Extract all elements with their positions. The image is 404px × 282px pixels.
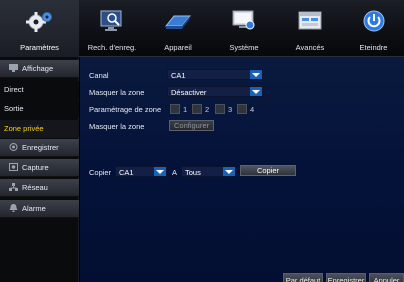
- copy-button[interactable]: Copier: [240, 165, 296, 176]
- sidebar-item-label: Alarme: [22, 204, 46, 213]
- tab-appareil[interactable]: Appareil: [145, 0, 211, 57]
- sidebar-item-affichage[interactable]: Affichage: [0, 60, 79, 78]
- capture-icon: [9, 163, 18, 171]
- chevron-down-icon: [250, 87, 262, 96]
- canal-select[interactable]: CA1: [167, 69, 263, 80]
- power-icon: [363, 10, 384, 32]
- hard-disk-icon: [164, 15, 192, 29]
- configurer-button[interactable]: Configurer: [169, 120, 214, 131]
- gears-icon: [25, 12, 52, 32]
- zone-checkbox-1[interactable]: [170, 104, 180, 114]
- tab-label: Système: [229, 43, 259, 52]
- default-button[interactable]: Par défaut: [283, 273, 323, 282]
- magnifier-monitor-icon: [100, 10, 122, 31]
- sidebar-item-alarme[interactable]: Alarme: [0, 200, 79, 218]
- tab-systeme[interactable]: Système: [211, 0, 277, 57]
- settings-panel: Canal CA1 Masquer la zone Désactiver Par…: [80, 57, 404, 282]
- top-navigation: Paramètres Rech. d'enreg. Appareil Systè…: [0, 0, 404, 57]
- tab-label: Rech. d'enreg.: [87, 43, 137, 52]
- tab-parametres[interactable]: Paramètres: [0, 0, 79, 57]
- sidebar-item-label: Direct: [4, 85, 24, 94]
- canal-value: CA1: [171, 71, 186, 80]
- copy-from-value: CA1: [119, 168, 134, 177]
- sidebar-item-reseau[interactable]: Réseau: [0, 179, 79, 197]
- masquer-zone-label: Masquer la zone: [89, 88, 145, 97]
- tab-eteindre[interactable]: Eteindre: [343, 0, 404, 57]
- zone-checkbox-2[interactable]: [192, 104, 202, 114]
- zone-checkbox-3[interactable]: [215, 104, 225, 114]
- sidebar-item-direct[interactable]: Direct: [0, 81, 79, 99]
- sidebar-item-label: Capture: [22, 163, 49, 172]
- copy-to-select[interactable]: Tous: [181, 166, 236, 177]
- tab-rech-enreg[interactable]: Rech. d'enreg.: [79, 0, 145, 57]
- advanced-window-icon: [298, 11, 322, 30]
- canal-label: Canal: [89, 71, 109, 80]
- copy-to-value: Tous: [185, 168, 201, 177]
- tab-avances[interactable]: Avancés: [277, 0, 343, 57]
- zone-setting-label: Paramétrage de zone: [89, 105, 162, 114]
- chevron-down-icon: [250, 70, 262, 79]
- save-button[interactable]: Enregistrer: [326, 273, 366, 282]
- zone-number: 3: [228, 105, 233, 114]
- zone-number: 2: [205, 105, 210, 114]
- tab-label: Appareil: [164, 43, 192, 52]
- chevron-down-icon: [154, 167, 166, 176]
- tab-label: Eteindre: [359, 43, 388, 52]
- record-icon: [9, 143, 18, 151]
- zone-number: 4: [250, 105, 255, 114]
- zone-checkbox-4[interactable]: [237, 104, 247, 114]
- sidebar-item-sortie[interactable]: Sortie: [0, 100, 79, 118]
- copy-label: Copier: [89, 168, 112, 177]
- tab-label: Avancés: [295, 43, 325, 52]
- sidebar-item-zone-privee[interactable]: Zone privée: [0, 120, 79, 138]
- alarm-icon: [9, 204, 18, 212]
- sidebar-item-label: Zone privée: [4, 124, 44, 133]
- tab-label: Paramètres: [20, 43, 59, 52]
- masquer-zone-label-2: Masquer la zone: [89, 122, 145, 131]
- sidebar-item-label: Sortie: [4, 104, 24, 113]
- masquer-zone-value: Désactiver: [171, 88, 207, 97]
- copy-from-select[interactable]: CA1: [115, 166, 167, 177]
- zone-number: 1: [183, 105, 188, 114]
- sidebar-item-enregistrer[interactable]: Enregistrer: [0, 139, 79, 157]
- sidebar: Affichage Direct Sortie Zone privée Enre…: [0, 57, 79, 282]
- chevron-down-icon: [223, 167, 235, 176]
- sidebar-item-label: Enregistrer: [22, 143, 59, 152]
- cancel-button[interactable]: Annuler: [369, 273, 404, 282]
- masquer-zone-select[interactable]: Désactiver: [167, 86, 263, 97]
- system-monitor-icon: [232, 10, 255, 30]
- copy-to-label: A: [172, 168, 178, 177]
- network-icon: [9, 183, 18, 191]
- sidebar-item-capture[interactable]: Capture: [0, 159, 79, 177]
- sidebar-item-label: Affichage: [22, 64, 54, 73]
- display-icon: [9, 64, 18, 72]
- sidebar-item-label: Réseau: [22, 183, 48, 192]
